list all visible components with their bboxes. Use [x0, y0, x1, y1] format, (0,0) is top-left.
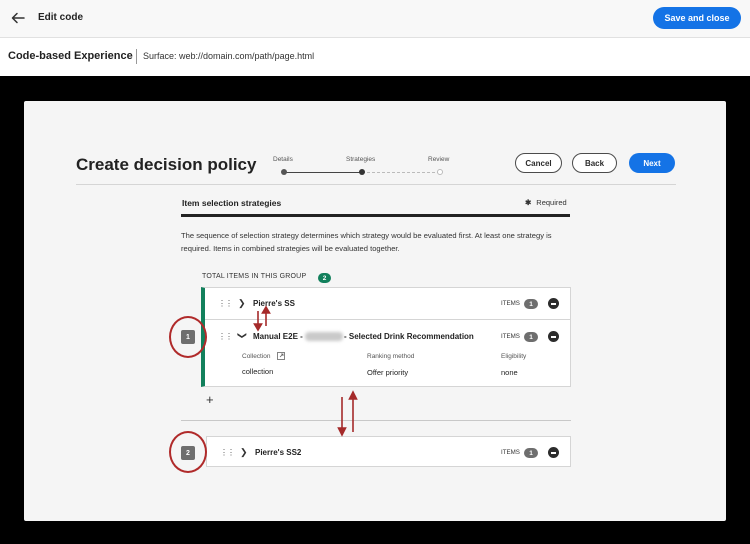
- step-details-label[interactable]: Details: [273, 156, 293, 163]
- surface-path: Surface: web://domain.com/path/page.html: [143, 51, 315, 61]
- section-description: The sequence of selection strategy deter…: [181, 231, 552, 253]
- step-line-complete: [284, 172, 362, 173]
- redacted-text: [305, 332, 343, 341]
- progress-stepper: Details Strategies Review: [254, 156, 504, 176]
- app-title: Code-based Experience: [8, 50, 133, 62]
- next-button[interactable]: Next: [629, 153, 675, 173]
- strategy-name-suffix: - Selected Drink Recommendation: [344, 332, 474, 341]
- items-count-badge: 1: [524, 332, 538, 342]
- eligibility-value: none: [501, 368, 518, 377]
- section-divider: [181, 214, 570, 217]
- items-count-badge: 1: [524, 448, 538, 458]
- drag-handle-icon[interactable]: ⋮⋮: [220, 448, 235, 457]
- add-strategy-button[interactable]: +: [206, 392, 214, 407]
- order-badge: 1: [181, 330, 195, 344]
- section-title: Item selection strategies: [182, 198, 282, 208]
- strategy-name: Pierre's SS: [253, 299, 295, 308]
- chevron-right-icon[interactable]: ❯: [240, 447, 248, 458]
- asterisk-icon: ✱: [525, 198, 532, 207]
- row-divider: [205, 319, 570, 320]
- open-collection-icon[interactable]: [277, 352, 285, 360]
- items-label: ITEMS: [501, 333, 520, 340]
- step-line-upcoming: [362, 172, 440, 173]
- heading-divider: [76, 184, 676, 185]
- step-review-dot: [437, 169, 443, 175]
- required-note: ✱ Required: [525, 198, 567, 207]
- drag-handle-icon[interactable]: ⋮⋮: [218, 299, 233, 308]
- step-strategies-label[interactable]: Strategies: [346, 156, 375, 163]
- group-divider: [181, 420, 571, 421]
- collection-value: collection: [242, 367, 274, 376]
- step-details-dot: [281, 169, 287, 175]
- total-items-label: TOTAL ITEMS IN THIS GROUP: [202, 273, 307, 280]
- ranking-value: Offer priority: [367, 368, 409, 377]
- window-title: Edit code: [38, 12, 84, 23]
- header-divider: [136, 49, 137, 64]
- chevron-right-icon[interactable]: ❯: [238, 298, 246, 309]
- sub-header: Code-based Experience Surface: web://dom…: [0, 38, 750, 76]
- eligibility-label: Eligibility: [501, 353, 527, 360]
- required-label: Required: [536, 198, 567, 207]
- strategy-name-prefix: Manual E2E -: [253, 332, 303, 341]
- remove-icon[interactable]: [548, 447, 559, 458]
- total-items-badge: 2: [318, 273, 331, 283]
- ranking-label: Ranking method: [367, 353, 415, 360]
- drag-handle-icon[interactable]: ⋮⋮: [218, 332, 233, 341]
- items-label: ITEMS: [501, 449, 520, 456]
- save-and-close-button[interactable]: Save and close: [653, 7, 741, 29]
- items-count-badge: 1: [524, 299, 538, 309]
- order-badge: 2: [181, 446, 195, 460]
- remove-icon[interactable]: [548, 298, 559, 309]
- back-arrow-icon[interactable]: [10, 10, 26, 26]
- strategy-name: Pierre's SS2: [255, 448, 302, 457]
- back-button[interactable]: Back: [572, 153, 617, 173]
- step-strategies-dot: [359, 169, 365, 175]
- cancel-button[interactable]: Cancel: [515, 153, 562, 173]
- step-review-label[interactable]: Review: [428, 156, 449, 163]
- chevron-down-icon[interactable]: ❯: [236, 332, 247, 340]
- top-bar: Edit code Save and close: [0, 0, 750, 38]
- collection-label: Collection: [242, 353, 271, 360]
- page-title: Create decision policy: [76, 155, 257, 174]
- items-label: ITEMS: [501, 300, 520, 307]
- remove-icon[interactable]: [548, 331, 559, 342]
